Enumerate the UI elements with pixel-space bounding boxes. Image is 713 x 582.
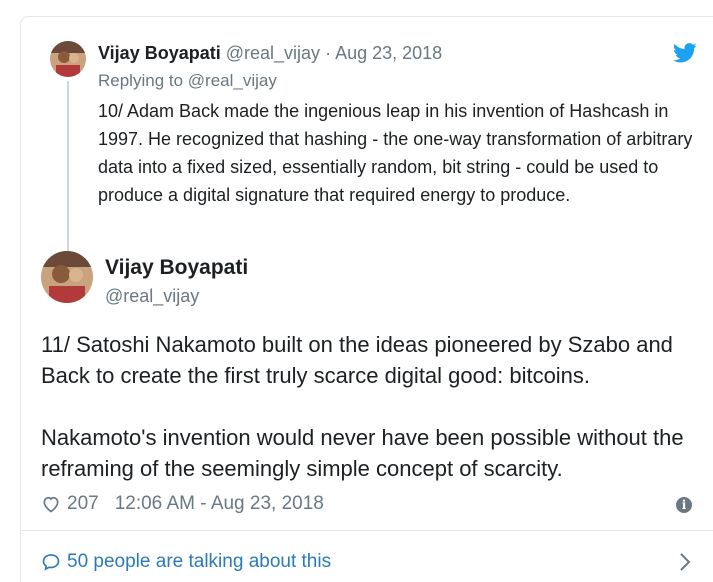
parent-author-handle[interactable]: @real_vijay [226,43,320,63]
main-author-name[interactable]: Vijay Boyapati [105,255,248,281]
main-tweet-paragraph: 11/ Satoshi Nakamoto built on the ideas … [41,332,673,388]
main-avatar[interactable] [41,251,93,303]
like-count[interactable]: 207 [67,493,99,515]
info-icon[interactable]: i [676,497,692,513]
main-tweet-paragraph: Nakamoto's invention would never have be… [41,425,684,481]
main-tweet-text: 11/ Satoshi Nakamoto built on the ideas … [41,329,711,484]
chevron-right-icon[interactable] [678,551,692,573]
main-author-handle[interactable]: @real_vijay [105,285,199,307]
chat-bubble-icon [42,554,60,571]
twitter-bird-icon[interactable] [673,42,697,64]
footer-divider [21,530,713,531]
replying-to-label[interactable]: Replying to @real_vijay [98,71,277,91]
heart-icon[interactable] [41,494,61,514]
parent-author-name[interactable]: Vijay Boyapati [98,43,221,63]
conversation-link[interactable]: 50 people are talking about this [41,549,331,575]
thread-connector-line [67,81,69,257]
parent-tweet-header: Vijay Boyapati @real_vijay · Aug 23, 201… [98,42,442,64]
tweet-meta-row: 207 12:06 AM - Aug 23, 2018 [41,492,324,516]
parent-tweet-date[interactable]: Aug 23, 2018 [335,43,442,63]
talking-about-label[interactable]: 50 people are talking about this [67,551,331,573]
tweet-timestamp[interactable]: 12:06 AM - Aug 23, 2018 [115,493,324,515]
parent-avatar[interactable] [50,41,86,77]
header-separator: · [325,43,332,63]
parent-tweet-text: 10/ Adam Back made the ingenious leap in… [98,101,693,205]
embedded-tweet-card: Vijay Boyapati @real_vijay · Aug 23, 201… [20,16,713,582]
